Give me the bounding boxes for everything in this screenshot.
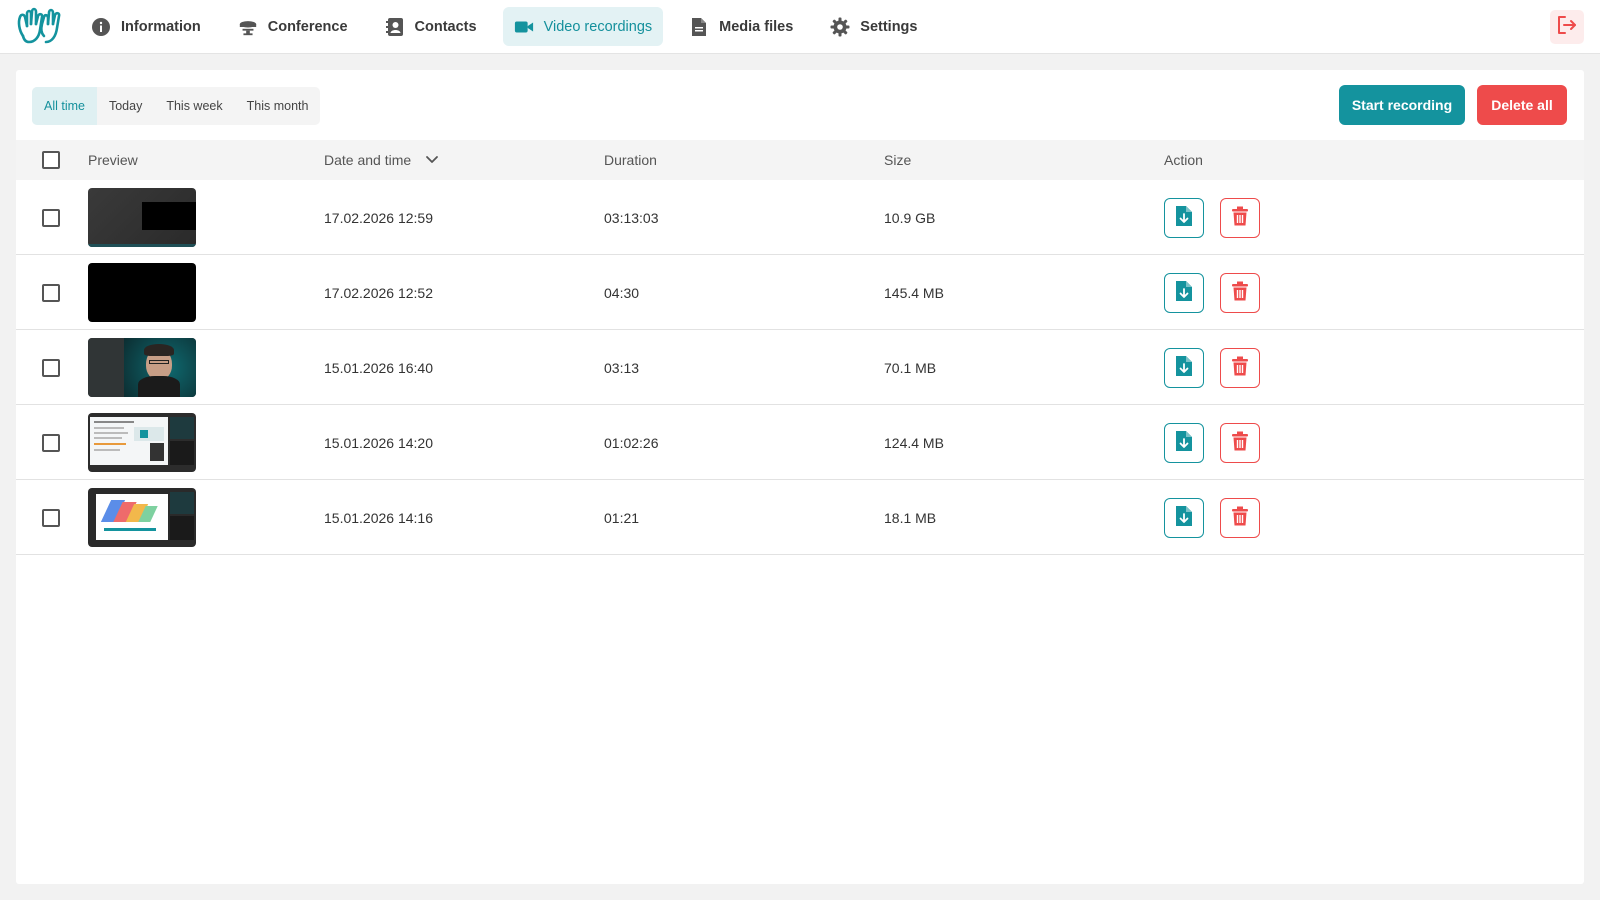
table-row: 15.01.2026 14:16 01:21 18.1 MB <box>16 480 1584 555</box>
table-row: 17.02.2026 12:52 04:30 145.4 MB <box>16 255 1584 330</box>
top-navigation-bar: Information Conference Contacts Video re… <box>0 0 1600 54</box>
recording-date: 15.01.2026 14:16 <box>324 509 433 526</box>
row-select-checkbox[interactable] <box>42 433 60 452</box>
delete-button[interactable] <box>1220 197 1260 238</box>
download-file-icon <box>1175 355 1193 380</box>
recording-size: 70.1 MB <box>884 359 937 376</box>
row-select-checkbox[interactable] <box>42 358 60 377</box>
download-button[interactable] <box>1164 497 1204 538</box>
recording-duration: 01:21 <box>604 509 640 526</box>
table-header: Preview Date and time Duration Size Acti… <box>16 140 1584 180</box>
document-icon <box>689 17 709 37</box>
recording-duration: 03:13:03 <box>604 209 659 226</box>
nav-item-media-files[interactable]: Media files <box>678 7 804 46</box>
recordings-panel: All time Today This week This month Star… <box>16 70 1584 884</box>
table-row: 17.02.2026 12:59 03:13:03 10.9 GB <box>16 180 1584 255</box>
nav-item-information[interactable]: Information <box>80 7 212 46</box>
recording-size: 145.4 MB <box>884 284 944 301</box>
table-row: 15.01.2026 14:20 01:02:26 124.4 MB <box>16 405 1584 480</box>
recording-date: 15.01.2026 16:40 <box>324 359 433 376</box>
recording-thumbnail[interactable] <box>88 488 196 547</box>
filter-this-week[interactable]: This week <box>154 87 234 125</box>
nav-item-settings[interactable]: Settings <box>819 7 928 46</box>
download-button[interactable] <box>1164 197 1204 238</box>
nav-item-video-recordings[interactable]: Video recordings <box>502 7 664 46</box>
download-button[interactable] <box>1164 422 1204 463</box>
app-logo[interactable] <box>14 6 66 48</box>
column-header-date: Date and time <box>324 152 412 168</box>
column-header-date-sortable[interactable]: Date and time <box>324 140 439 180</box>
trash-icon <box>1231 281 1249 304</box>
conference-icon <box>238 17 258 37</box>
nav-label-media-files: Media files <box>719 18 794 35</box>
nav-label-settings: Settings <box>860 18 918 35</box>
trash-icon <box>1231 206 1249 229</box>
delete-button[interactable] <box>1220 497 1260 538</box>
filter-all-time[interactable]: All time <box>32 87 97 125</box>
recording-thumbnail[interactable] <box>88 263 196 322</box>
nav-item-contacts[interactable]: Contacts <box>374 7 488 46</box>
row-select-checkbox[interactable] <box>42 508 60 527</box>
column-header-preview: Preview <box>88 152 138 168</box>
info-icon <box>91 17 111 37</box>
nav-label-contacts: Contacts <box>414 18 477 35</box>
download-file-icon <box>1175 505 1193 530</box>
recording-duration: 01:02:26 <box>604 434 659 451</box>
video-camera-icon <box>514 17 534 37</box>
delete-button[interactable] <box>1220 272 1260 313</box>
column-header-action: Action <box>1164 152 1203 168</box>
contacts-icon <box>385 17 405 37</box>
column-header-duration: Duration <box>604 152 657 168</box>
gear-icon <box>830 17 850 37</box>
recording-duration: 03:13 <box>604 359 640 376</box>
download-file-icon <box>1175 430 1193 455</box>
download-file-icon <box>1175 205 1193 230</box>
recording-thumbnail[interactable] <box>88 338 196 397</box>
main-nav: Information Conference Contacts Video re… <box>80 7 943 46</box>
trash-icon <box>1231 506 1249 529</box>
recordings-table-body: 17.02.2026 12:59 03:13:03 10.9 GB 17.02.… <box>16 180 1584 555</box>
recording-date: 17.02.2026 12:52 <box>324 284 433 301</box>
logout-button[interactable] <box>1550 10 1584 44</box>
delete-all-button[interactable]: Delete all <box>1477 85 1567 125</box>
recording-duration: 04:30 <box>604 284 640 301</box>
filter-today[interactable]: Today <box>97 87 154 125</box>
recording-size: 124.4 MB <box>884 434 944 451</box>
period-filter-group: All time Today This week This month <box>32 87 321 125</box>
recording-date: 15.01.2026 14:20 <box>324 434 433 451</box>
start-recording-button[interactable]: Start recording <box>1339 85 1465 125</box>
recording-size: 10.9 GB <box>884 209 936 226</box>
select-all-cell <box>42 140 60 180</box>
recording-size: 18.1 MB <box>884 509 937 526</box>
row-select-checkbox[interactable] <box>42 283 60 302</box>
delete-button[interactable] <box>1220 347 1260 388</box>
recording-thumbnail[interactable] <box>88 413 196 472</box>
download-file-icon <box>1175 280 1193 305</box>
nav-label-video-recordings: Video recordings <box>543 18 653 35</box>
trash-icon <box>1231 431 1249 454</box>
nav-item-conference[interactable]: Conference <box>227 7 359 46</box>
select-all-checkbox[interactable] <box>42 151 60 169</box>
chevron-down-icon <box>425 155 439 165</box>
logout-icon <box>1556 15 1578 40</box>
nav-label-conference: Conference <box>267 18 348 35</box>
recording-thumbnail[interactable] <box>88 188 196 247</box>
column-header-size: Size <box>884 152 912 168</box>
download-button[interactable] <box>1164 347 1204 388</box>
trash-icon <box>1231 356 1249 379</box>
recording-date: 17.02.2026 12:59 <box>324 209 433 226</box>
row-select-checkbox[interactable] <box>42 208 60 227</box>
filter-this-month[interactable]: This month <box>235 87 321 125</box>
delete-button[interactable] <box>1220 422 1260 463</box>
download-button[interactable] <box>1164 272 1204 313</box>
nav-label-information: Information <box>121 18 201 35</box>
table-row: 15.01.2026 16:40 03:13 70.1 MB <box>16 330 1584 405</box>
